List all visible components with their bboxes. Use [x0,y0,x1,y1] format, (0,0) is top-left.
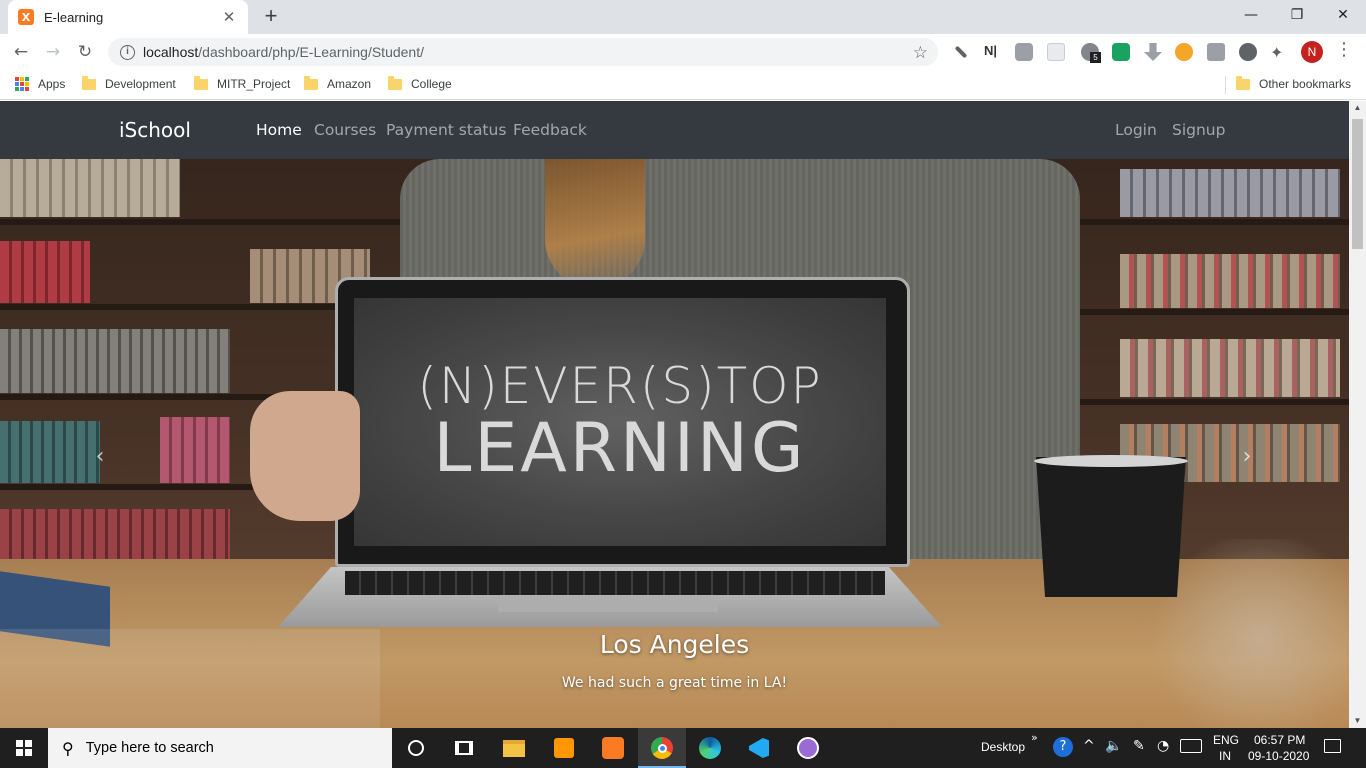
eyedropper-extension-icon[interactable] [954,45,968,59]
url-text: localhost/dashboard/php/E-Learning/Stude… [143,44,424,60]
url-host: localhost [143,44,199,60]
folder-icon [304,75,318,90]
bookmark-label: College [411,77,452,91]
help-icon[interactable]: ? [1053,737,1073,757]
nav-courses[interactable]: Courses [314,121,376,139]
bookmark-apps[interactable]: Apps [15,77,65,91]
apps-grid-icon [15,77,29,91]
show-hidden-icons-icon[interactable]: ^ [1083,738,1095,754]
menu-kebab-icon[interactable]: ⋮ [1335,39,1353,60]
pen-workspace-icon[interactable]: ✎ [1133,738,1145,754]
address-bar[interactable]: i localhost/dashboard/php/E-Learning/Stu… [108,38,938,66]
nav-signup[interactable]: Signup [1172,121,1225,139]
carousel-next-icon[interactable]: › [1235,441,1259,471]
bookmark-label: MITR_Project [217,77,291,91]
bookmark-label: Development [105,77,176,91]
scroll-up-arrow-icon[interactable]: ▲ [1349,101,1366,115]
site-info-icon[interactable]: i [120,44,135,60]
nimbus-extension-icon[interactable]: N| [984,43,1002,61]
folder-icon [194,75,208,90]
browser-tab-strip: X E-learning ✕ + — ❐ ✕ [0,0,1366,34]
action-center-icon[interactable] [1324,739,1341,753]
forward-arrow-icon[interactable]: → [40,39,66,65]
xampp-favicon-icon: X [18,9,34,25]
nav-home[interactable]: Home [256,121,302,139]
carousel-caption-title: Los Angeles [599,630,750,659]
bookmark-label: Amazon [327,77,372,91]
carousel-prev-icon[interactable]: ‹ [88,441,112,471]
bookmark-development[interactable]: Development [82,75,176,91]
web-page: iSchool Home Courses Payment status Feed… [0,101,1349,728]
browser-tab[interactable]: X E-learning ✕ [8,0,248,34]
volume-icon[interactable]: 🔈 [1105,738,1122,754]
github-desktop-icon[interactable] [784,728,832,768]
compass-extension-icon[interactable] [1239,43,1257,61]
orange-extension-icon[interactable] [1175,43,1193,61]
tab-close-icon[interactable]: ✕ [220,8,238,26]
back-arrow-icon[interactable]: ← [8,39,34,65]
sublime-text-icon[interactable] [540,728,588,768]
extension-badge: 5 [1090,52,1101,63]
site-navbar: iSchool Home Courses Payment status Feed… [0,101,1349,159]
scroll-down-arrow-icon[interactable]: ▼ [1349,714,1366,728]
bookmark-mitr-project[interactable]: MITR_Project [194,75,291,91]
bookmark-other[interactable]: Other bookmarks [1236,75,1352,91]
folder-icon [388,75,402,90]
minimize-button[interactable]: — [1228,0,1274,30]
nav-feedback[interactable]: Feedback [513,121,587,139]
nav-payment-status[interactable]: Payment status [386,121,506,139]
task-view-icon[interactable] [440,728,488,768]
tab-title: E-learning [44,9,104,25]
windows-logo-icon [16,740,32,756]
download-extension-icon[interactable] [1144,43,1162,61]
toolbar-expand-icon[interactable]: » [1031,731,1038,744]
camera-extension-icon[interactable] [1015,43,1033,61]
chrome-icon[interactable] [638,728,686,768]
browser-toolbar: ← → ↻ i localhost/dashboard/php/E-Learni… [0,34,1366,70]
file-explorer-icon[interactable] [490,728,538,768]
xampp-icon[interactable] [589,728,637,768]
touch-keyboard-icon[interactable] [1180,739,1202,753]
input-language[interactable]: ENG [1213,733,1239,747]
k-extension-icon[interactable] [1207,43,1225,61]
bookmarks-bar: Apps Development MITR_Project Amazon Col… [0,70,1366,100]
url-path: /dashboard/php/E-Learning/Student/ [198,44,424,60]
desktop-toolbar-label[interactable]: Desktop [981,740,1025,754]
carousel-caption-text: We had such a great time in LA! [561,675,788,691]
bookmark-star-icon[interactable]: ☆ [913,43,928,63]
search-placeholder: Type here to search [85,740,214,756]
scroll-thumb[interactable] [1352,119,1363,249]
start-button[interactable] [0,728,48,768]
reload-icon[interactable]: ↻ [72,39,98,65]
cortana-icon[interactable] [392,728,440,768]
wifi-icon[interactable]: ◔ [1157,738,1169,754]
clock-time[interactable]: 06:57 PM [1254,733,1305,747]
folder-icon [1236,75,1250,90]
bookmark-label: Apps [38,77,66,91]
restore-button[interactable]: ❐ [1274,0,1320,30]
folder-icon [82,75,96,90]
site-brand[interactable]: iSchool [119,118,191,142]
puzzle-badge-extension-icon[interactable]: 5 [1081,43,1101,63]
close-window-button[interactable]: ✕ [1320,0,1366,30]
edge-icon[interactable] [686,728,734,768]
bookmark-college[interactable]: College [388,75,452,91]
vscode-icon[interactable] [735,728,783,768]
taskbar-search[interactable]: ⚲ Type here to search [48,728,392,768]
bookmark-label: Other bookmarks [1259,77,1352,91]
blank-extension-icon[interactable] [1047,43,1065,61]
search-icon: ⚲ [62,738,74,758]
nav-login[interactable]: Login [1115,121,1157,139]
profile-avatar[interactable]: N [1301,41,1323,63]
clock-date[interactable]: 09-10-2020 [1248,749,1309,763]
input-region[interactable]: IN [1219,749,1231,763]
bookmark-amazon[interactable]: Amazon [304,75,372,91]
extensions-puzzle-icon[interactable]: ✦ [1270,43,1288,62]
windows-taskbar: ⚲ Type here to search Desktop » ? ^ 🔈 ✎ … [0,728,1366,768]
hero-carousel: (N)EVER(S)TOP LEARNING ‹ › Los Angeles W… [0,159,1349,728]
tv-extension-icon[interactable] [1112,43,1130,61]
bookmarks-divider [1225,76,1226,94]
new-tab-button[interactable]: + [258,4,284,30]
page-scrollbar[interactable]: ▲ ▼ [1349,101,1366,728]
